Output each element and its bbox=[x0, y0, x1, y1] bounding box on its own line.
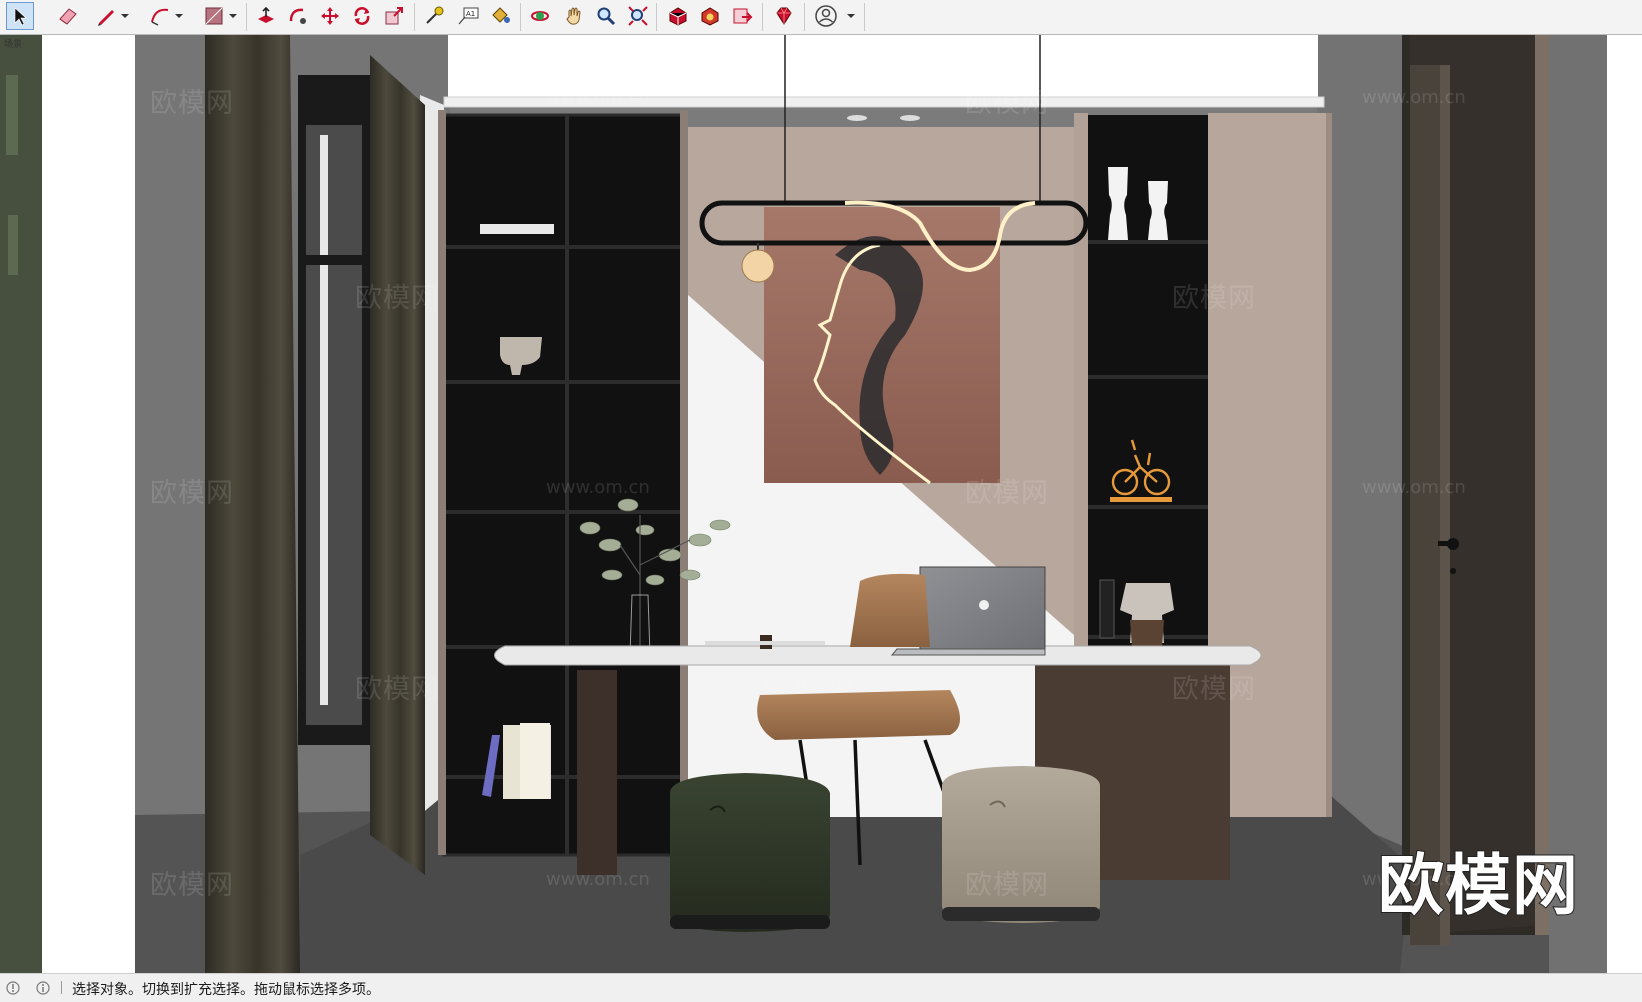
layout-send-icon bbox=[733, 8, 753, 24]
pan-hand-icon bbox=[566, 7, 581, 25]
status-bar: 选择对象。切换到扩充选择。拖动鼠标选择多项。 bbox=[0, 973, 1642, 1002]
push-pull-icon bbox=[258, 6, 274, 23]
zoom-extents-icon bbox=[628, 6, 648, 26]
paint-bucket-icon bbox=[492, 7, 510, 23]
chevron-down-icon bbox=[229, 14, 237, 18]
text-label-icon: A1 bbox=[458, 7, 479, 25]
eraser-tool-button[interactable] bbox=[54, 2, 82, 30]
chevron-down-icon bbox=[847, 14, 855, 18]
rotate-tool-button[interactable] bbox=[348, 2, 376, 30]
warehouse-icon bbox=[669, 7, 687, 26]
ruby-console-button[interactable] bbox=[770, 2, 798, 30]
model-viewport[interactable]: 场景 欧模网 欧模网 欧模网 欧模网 欧模网 欧模网 欧模网 欧模网 欧模网 欧… bbox=[0, 35, 1642, 973]
rotate-icon bbox=[354, 7, 370, 25]
push-pull-tool-button[interactable] bbox=[252, 2, 280, 30]
move-tool-button[interactable] bbox=[316, 2, 344, 30]
tape-measure-icon bbox=[426, 6, 444, 24]
eraser-icon bbox=[59, 8, 77, 25]
chevron-down-icon bbox=[121, 14, 129, 18]
rectangle-tool-button[interactable] bbox=[200, 2, 228, 30]
3d-warehouse-button[interactable] bbox=[664, 2, 692, 30]
account-dropdown[interactable] bbox=[846, 8, 856, 22]
zoom-extents-tool-button[interactable] bbox=[624, 2, 652, 30]
main-toolbar: A1 bbox=[0, 0, 1642, 35]
account-button[interactable] bbox=[812, 2, 840, 30]
scale-tool-button[interactable] bbox=[380, 2, 408, 30]
geo-location-icon[interactable] bbox=[6, 980, 20, 995]
arc-tool-dropdown[interactable] bbox=[174, 8, 184, 22]
extension-warehouse-button[interactable] bbox=[696, 2, 724, 30]
ruby-console-icon bbox=[776, 7, 792, 25]
zoom-icon bbox=[597, 7, 616, 26]
scale-icon bbox=[385, 7, 403, 25]
svg-text:A1: A1 bbox=[466, 10, 475, 18]
brand-watermark: 欧模网 bbox=[1377, 846, 1579, 925]
chevron-down-icon bbox=[175, 14, 183, 18]
line-tool-button[interactable] bbox=[92, 2, 120, 30]
select-arrow-icon bbox=[14, 7, 27, 26]
move-icon bbox=[321, 7, 339, 25]
line-tool-dropdown[interactable] bbox=[120, 8, 130, 22]
pencil-line-icon bbox=[98, 10, 114, 26]
orbit-icon bbox=[531, 11, 549, 21]
arc-tool-button[interactable] bbox=[146, 2, 174, 30]
paint-bucket-tool-button[interactable] bbox=[486, 2, 514, 30]
info-icon[interactable] bbox=[36, 980, 50, 995]
extension-warehouse-icon bbox=[701, 7, 719, 26]
account-icon bbox=[815, 5, 837, 27]
status-message: 选择对象。切换到扩充选择。拖动鼠标选择多项。 bbox=[72, 982, 380, 998]
shape-tool-dropdown[interactable] bbox=[228, 8, 238, 22]
send-to-layout-button[interactable] bbox=[728, 2, 756, 30]
pan-tool-button[interactable] bbox=[560, 2, 588, 30]
follow-me-tool-button[interactable] bbox=[284, 2, 312, 30]
arc-icon bbox=[151, 8, 169, 26]
zoom-tool-button[interactable] bbox=[592, 2, 620, 30]
scene-tab-label[interactable]: 场景 bbox=[4, 37, 22, 50]
text-tool-button[interactable]: A1 bbox=[454, 2, 482, 30]
tape-measure-tool-button[interactable] bbox=[420, 2, 448, 30]
rectangle-shape-icon bbox=[205, 7, 223, 25]
select-tool-button[interactable] bbox=[6, 2, 34, 30]
orbit-tool-button[interactable] bbox=[526, 2, 554, 30]
follow-me-icon bbox=[289, 8, 306, 24]
